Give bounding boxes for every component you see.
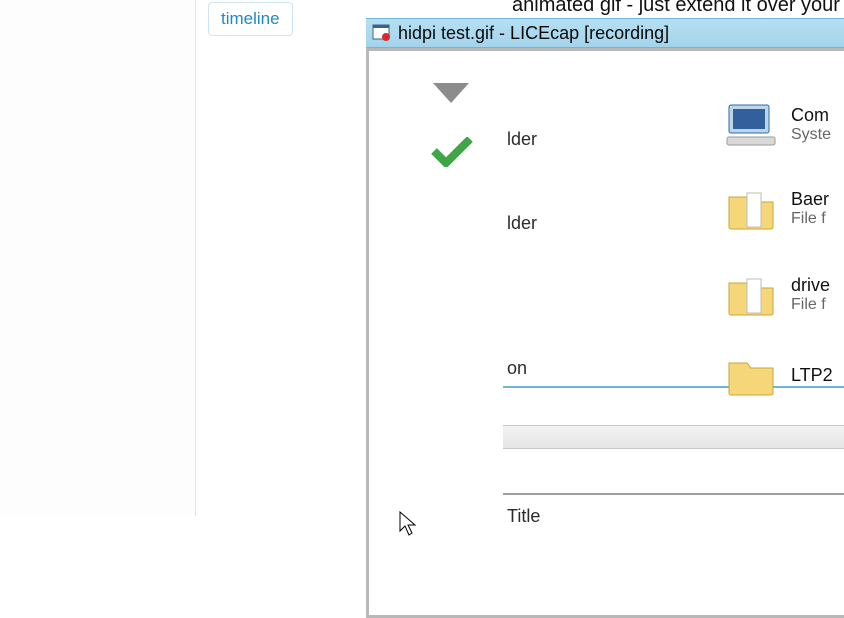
mouse-cursor-icon bbox=[399, 511, 417, 537]
item-name: Baer bbox=[791, 189, 829, 209]
folder-item[interactable]: LTP2 bbox=[725, 349, 844, 401]
computer-icon bbox=[725, 99, 777, 151]
item-name: Com bbox=[791, 105, 831, 125]
folder-icon bbox=[725, 349, 777, 401]
title-label: Title bbox=[507, 506, 540, 527]
item-sub: File f bbox=[791, 295, 830, 315]
item-name: LTP2 bbox=[791, 365, 833, 385]
folder-item[interactable]: Baer File f bbox=[725, 183, 844, 235]
folder-item[interactable]: drive File f bbox=[725, 269, 844, 321]
input-bar[interactable] bbox=[503, 425, 844, 449]
folder-icon bbox=[725, 183, 777, 235]
timeline-button[interactable]: timeline bbox=[208, 2, 293, 36]
row-text: lder bbox=[507, 129, 537, 150]
chevron-down-icon bbox=[431, 81, 471, 105]
item-name: drive bbox=[791, 275, 830, 295]
divider bbox=[503, 493, 844, 495]
row-text: on bbox=[507, 358, 527, 379]
drive-item[interactable]: Com Syste bbox=[725, 99, 844, 151]
row-text: lder bbox=[507, 213, 537, 234]
window-titlebar[interactable]: hidpi test.gif - LICEcap [recording] bbox=[366, 18, 844, 48]
window-title: hidpi test.gif - LICEcap [recording] bbox=[398, 23, 669, 44]
item-sub: Syste bbox=[791, 125, 831, 145]
folder-icon bbox=[725, 269, 777, 321]
caption-text-upper: animated gif - just extend it over your bbox=[512, 0, 840, 17]
licecap-window: hidpi test.gif - LICEcap [recording] lde… bbox=[366, 18, 844, 618]
capture-frame: lder lder on Title Com Syste bbox=[366, 48, 844, 618]
check-icon bbox=[431, 137, 473, 167]
item-sub: File f bbox=[791, 209, 829, 229]
licecap-app-icon bbox=[372, 24, 390, 42]
